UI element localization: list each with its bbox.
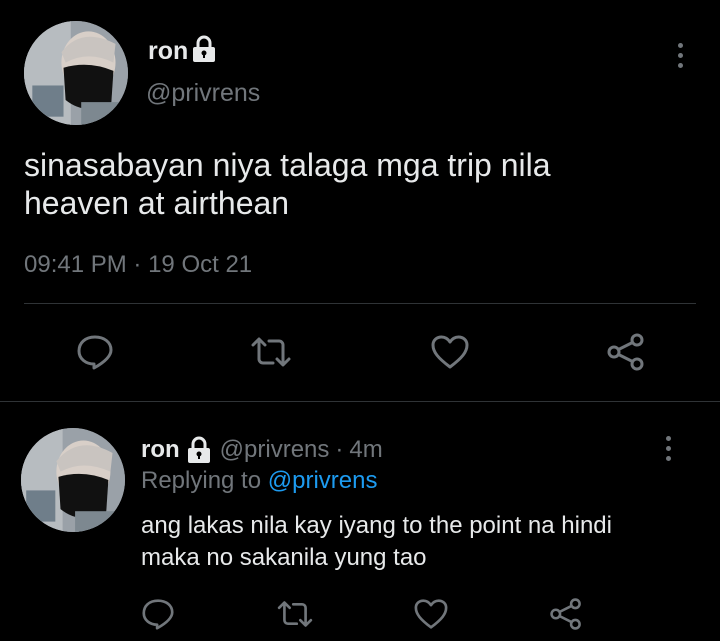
reply-header: ron @privrens · 4m xyxy=(141,435,383,465)
heart-icon[interactable] xyxy=(413,598,449,630)
more-vertical-icon[interactable] xyxy=(675,43,685,68)
more-vertical-icon[interactable] xyxy=(663,436,673,461)
tweet-time: 09:41 PM xyxy=(24,251,127,278)
avatar[interactable] xyxy=(24,21,128,125)
tweet-timestamp: 09:41 PM · 19 Oct 21 xyxy=(24,250,252,280)
separator-dot: · xyxy=(335,436,344,463)
reply-handle[interactable]: @privrens xyxy=(220,435,330,465)
retweet-icon[interactable] xyxy=(249,335,293,369)
display-name[interactable]: ron xyxy=(148,36,188,66)
comment-icon[interactable] xyxy=(76,334,114,370)
lock-icon xyxy=(191,35,217,63)
tweet-text-line-2: heaven at airthean xyxy=(24,185,290,221)
section-divider xyxy=(0,401,720,402)
replying-to: Replying to @privrens xyxy=(141,466,377,496)
replying-to-label: Replying to xyxy=(141,467,262,494)
retweet-icon[interactable] xyxy=(275,599,315,629)
divider xyxy=(24,303,696,304)
tweet-date: 19 Oct 21 xyxy=(148,251,253,278)
comment-icon[interactable] xyxy=(141,598,175,630)
share-icon[interactable] xyxy=(549,597,583,631)
heart-icon[interactable] xyxy=(430,334,470,370)
reply-text-line-1: ang lakas nila kay iyang to the point na… xyxy=(141,512,612,539)
replying-to-handle[interactable]: @privrens xyxy=(268,467,378,494)
share-icon[interactable] xyxy=(606,333,646,371)
reply-text-line-2: maka no sakanila yung tao xyxy=(141,544,427,571)
lock-icon xyxy=(186,436,212,464)
separator-dot: · xyxy=(133,251,142,278)
user-handle[interactable]: @privrens xyxy=(146,78,260,108)
tweet-text-line-1: sinasabayan niya talaga mga trip nila xyxy=(24,147,551,183)
reply-display-name[interactable]: ron xyxy=(141,435,180,465)
reply-avatar[interactable] xyxy=(21,428,125,532)
reply-age[interactable]: 4m xyxy=(349,435,382,465)
